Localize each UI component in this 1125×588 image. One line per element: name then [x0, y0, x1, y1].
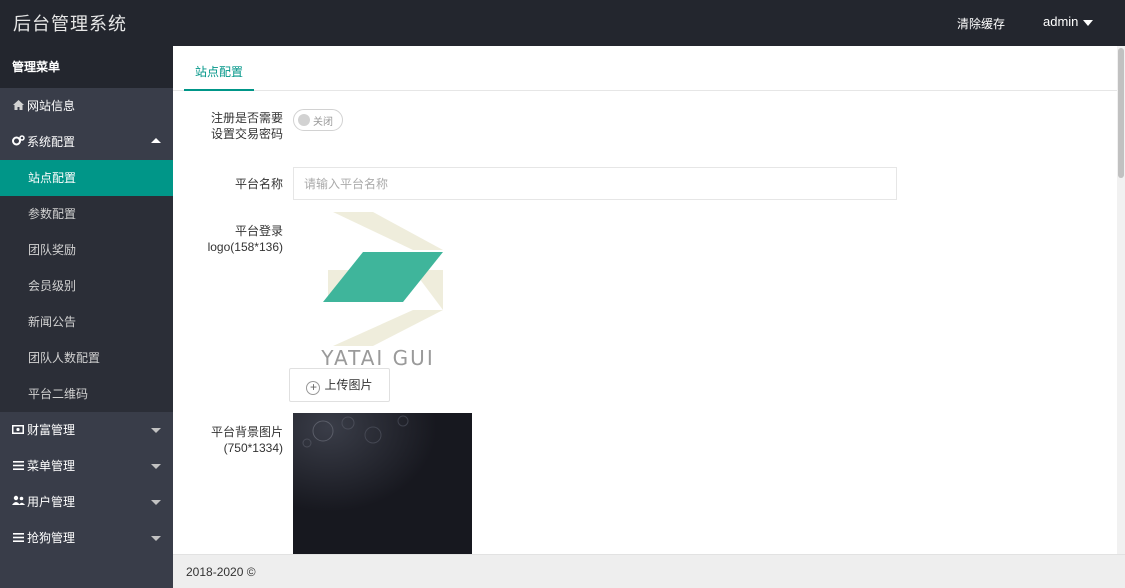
chevron-down-icon [151, 428, 161, 433]
top-header: 后台管理系统 清除缓存 admin [0, 0, 1125, 46]
upload-logo-button[interactable]: + 上传图片 [289, 368, 390, 402]
sidebar-item-dog-manage[interactable]: 抢狗管理 [0, 520, 173, 556]
chevron-up-icon [151, 138, 161, 143]
switch-text: 关闭 [313, 117, 333, 128]
login-logo-label: 平台登录 logo(158*136) [173, 223, 283, 255]
logo-graphic [323, 212, 443, 346]
label-line: 注册是否需要 [210, 111, 283, 125]
platform-name-label: 平台名称 [234, 177, 283, 191]
label-line: 设置交易密码 [210, 127, 283, 141]
app-title: 后台管理系统 [13, 14, 127, 34]
sidebar-item-team-size-config[interactable]: 团队人数配置 [0, 340, 173, 376]
sidebar-item-site-config[interactable]: 站点配置 [0, 160, 173, 196]
background-image-preview [293, 413, 472, 554]
background-graphic [293, 413, 472, 554]
clear-cache-link[interactable]: 清除缓存 [957, 15, 1005, 32]
sidebar-item-label: 网站信息 [27, 99, 76, 113]
users-icon [12, 485, 25, 521]
label-line: (750*1334) [223, 441, 283, 455]
upload-button-label: 上传图片 [324, 378, 373, 392]
chevron-down-icon [151, 464, 161, 469]
sidebar-title: 管理菜单 [0, 46, 173, 88]
sidebar-item-label: 菜单管理 [27, 459, 76, 473]
chevron-down-icon [151, 536, 161, 541]
gears-icon [12, 125, 25, 161]
sidebar-item-label: 抢狗管理 [27, 531, 76, 545]
sidebar-item-site-info[interactable]: 网站信息 [0, 88, 173, 124]
trade-password-label: 注册是否需要 设置交易密码 [173, 110, 283, 142]
caret-down-icon [1083, 19, 1094, 26]
tab-bar: 站点配置 [173, 46, 1125, 91]
sidebar-item-system-config[interactable]: 系统配置 [0, 124, 173, 160]
chevron-down-icon [151, 500, 161, 505]
list-icon [12, 521, 24, 557]
home-icon [12, 89, 24, 125]
login-logo-image: YATAI GUI [293, 210, 463, 370]
trade-password-switch[interactable]: 关闭 [293, 109, 343, 131]
list-icon [12, 449, 24, 485]
main-content: 站点配置 注册是否需要 设置交易密码 关闭 平台名称 平台登录 logo(158… [173, 46, 1125, 554]
sidebar-item-menu-manage[interactable]: 菜单管理 [0, 448, 173, 484]
sidebar-item-label: 系统配置 [27, 135, 76, 149]
sidebar-item-user-manage[interactable]: 用户管理 [0, 484, 173, 520]
scrollbar-thumb[interactable] [1118, 48, 1124, 178]
user-name: admin [1043, 14, 1079, 29]
sidebar-item-label: 财富管理 [27, 423, 76, 437]
background-image-label: 平台背景图片 (750*1334) [173, 424, 283, 456]
sidebar-item-news[interactable]: 新闻公告 [0, 304, 173, 340]
logo-text: YATAI GUI [321, 346, 435, 370]
sidebar-item-wealth[interactable]: 财富管理 [0, 412, 173, 448]
label-line: 平台背景图片 [210, 425, 283, 439]
switch-knob [298, 114, 310, 126]
sidebar-item-label: 用户管理 [27, 495, 76, 509]
footer: 2018-2020 © [173, 554, 1125, 588]
sidebar-item-member-level[interactable]: 会员级别 [0, 268, 173, 304]
sidebar: 管理菜单 网站信息 系统配置 站点配置 参数配置 团队奖励 会员级别 新闻公告 … [0, 46, 173, 588]
page-scrollbar[interactable] [1117, 46, 1125, 554]
label-line: logo(158*136) [207, 240, 283, 254]
platform-name-input[interactable] [293, 167, 897, 200]
sidebar-item-param-config[interactable]: 参数配置 [0, 196, 173, 232]
tab-site-config[interactable]: 站点配置 [184, 46, 255, 91]
plus-circle-icon: + [306, 381, 321, 395]
label-line: 平台登录 [234, 224, 283, 238]
sidebar-item-qrcode[interactable]: 平台二维码 [0, 376, 173, 412]
user-menu[interactable]: admin [1043, 14, 1094, 29]
sidebar-item-team-reward[interactable]: 团队奖励 [0, 232, 173, 268]
money-icon [12, 413, 24, 449]
